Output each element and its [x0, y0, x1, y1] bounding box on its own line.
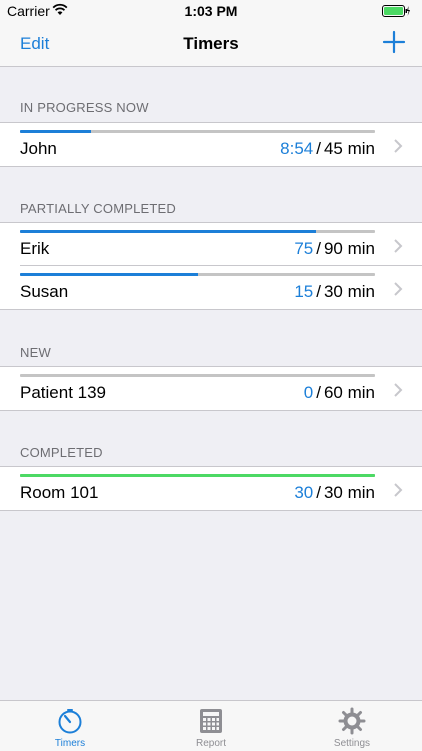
timer-row-erik[interactable]: Erik 75/90 min	[0, 222, 422, 266]
chevron-right-icon	[394, 483, 403, 497]
page-title: Timers	[183, 34, 239, 53]
battery-icon	[382, 5, 410, 17]
timer-name: Room 101	[20, 483, 99, 502]
progress-fill	[20, 230, 316, 233]
calculator-icon	[200, 709, 222, 733]
timer-name: Susan	[20, 282, 69, 301]
timer-duration: 8:54/45 min	[280, 139, 375, 158]
add-icon[interactable]	[380, 28, 408, 56]
tab-label: Report	[195, 738, 226, 749]
stopwatch-icon	[58, 709, 82, 734]
progress-fill	[20, 273, 198, 276]
gear-icon	[338, 707, 366, 735]
timer-elapsed: 0	[303, 383, 314, 402]
progress-track	[20, 130, 375, 133]
tab-settings[interactable]: Settings	[282, 701, 422, 751]
status-time: 1:03 PM	[184, 3, 238, 19]
tab-label: Settings	[333, 738, 371, 749]
timer-elapsed: 8:54	[280, 139, 314, 158]
navigation-bar: Edit Timers	[0, 22, 422, 67]
progress-track	[20, 474, 375, 477]
chevron-right-icon	[394, 383, 403, 397]
progress-track	[20, 273, 375, 276]
progress-track	[20, 374, 375, 377]
progress-fill	[20, 474, 375, 477]
timer-total: 45 min	[323, 139, 375, 158]
tab-label: Timers	[54, 738, 86, 749]
section-header-completed: COMPLETED	[20, 445, 103, 460]
timer-duration: 15/30 min	[294, 282, 375, 301]
tab-bar: Timers Report Settings	[0, 700, 422, 751]
timer-elapsed: 15	[294, 282, 314, 301]
timer-duration: 0/60 min	[303, 383, 375, 402]
timer-row-susan[interactable]: Susan 15/30 min	[0, 266, 422, 310]
tab-timers[interactable]: Timers	[0, 701, 140, 751]
timer-row-patient-139[interactable]: Patient 139 0/60 min	[0, 366, 422, 411]
timer-total: 30 min	[323, 483, 375, 502]
chevron-right-icon	[394, 239, 403, 253]
timer-name: Patient 139	[20, 383, 107, 402]
progress-track	[20, 230, 375, 233]
section-header-partially-completed: PARTIALLY COMPLETED	[20, 201, 176, 216]
timer-name: Erik	[20, 239, 50, 258]
timer-total: 60 min	[323, 383, 375, 402]
timer-row-room-101[interactable]: Room 101 30/30 min	[0, 466, 422, 511]
status-bar: Carrier 1:03 PM	[0, 0, 422, 22]
timer-total: 90 min	[323, 239, 375, 258]
timer-duration: 30/30 min	[294, 483, 375, 502]
timer-total: 30 min	[323, 282, 375, 301]
section-header-new: NEW	[20, 345, 51, 360]
section-header-in-progress: IN PROGRESS NOW	[20, 100, 149, 115]
timer-row-john[interactable]: John 8:54/45 min	[0, 122, 422, 167]
timer-elapsed: 30	[294, 483, 314, 502]
chevron-right-icon	[394, 282, 403, 296]
progress-fill	[20, 130, 91, 133]
timer-elapsed: 75	[294, 239, 314, 258]
timer-duration: 75/90 min	[294, 239, 375, 258]
tab-report[interactable]: Report	[141, 701, 281, 751]
timer-name: John	[20, 139, 57, 158]
chevron-right-icon	[394, 139, 403, 153]
